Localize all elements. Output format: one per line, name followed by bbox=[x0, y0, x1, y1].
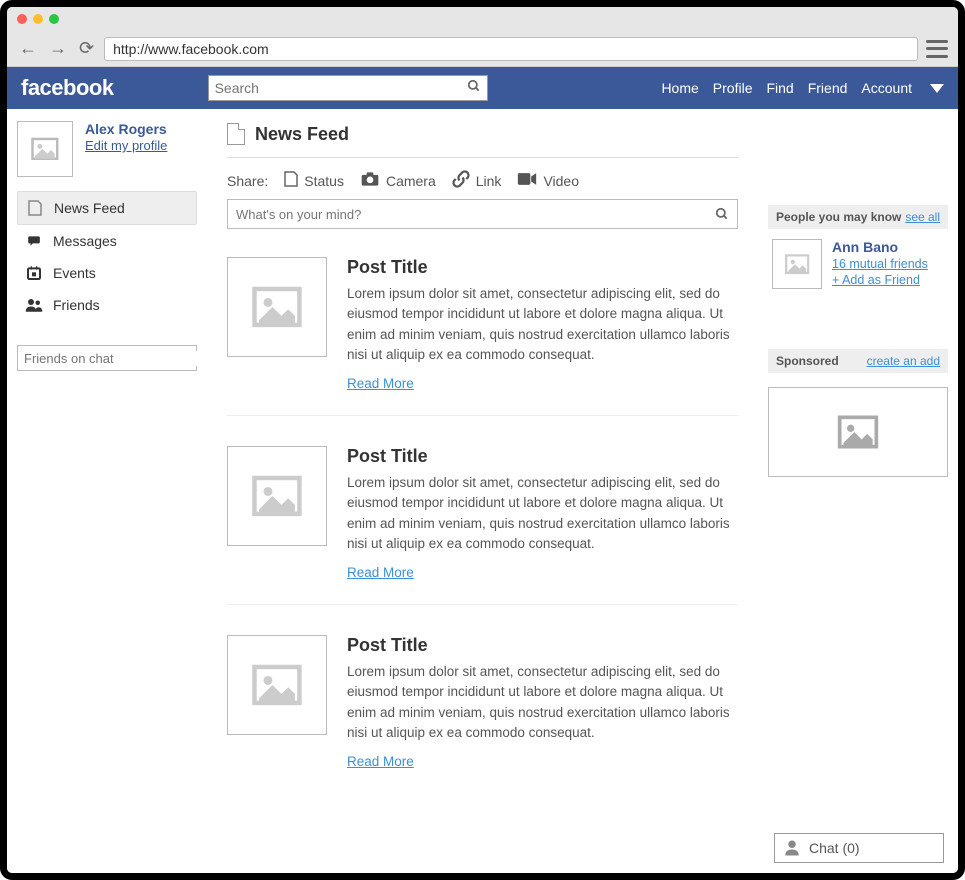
url-text: http://www.facebook.com bbox=[113, 41, 269, 57]
maximize-window-button[interactable] bbox=[49, 14, 59, 24]
suggestion-avatar[interactable] bbox=[772, 239, 822, 289]
pymk-title: People you may know bbox=[776, 210, 901, 224]
mutual-friends-link[interactable]: 16 mutual friends bbox=[832, 257, 928, 271]
sponsored-ad[interactable] bbox=[768, 387, 948, 477]
nav-find[interactable]: Find bbox=[766, 80, 793, 96]
browser-toolbar: ← → ⟳ http://www.facebook.com bbox=[7, 31, 958, 67]
sidebar-item-events[interactable]: Events bbox=[17, 257, 197, 289]
link-icon bbox=[452, 170, 470, 191]
top-nav: Home Profile Find Friend Account bbox=[661, 80, 944, 96]
person-icon bbox=[783, 839, 801, 857]
post-body: Lorem ipsum dolor sit amet, consectetur … bbox=[347, 284, 738, 365]
friend-suggestion: Ann Bano 16 mutual friends + Add as Frie… bbox=[768, 229, 948, 309]
sidebar-item-friends[interactable]: Friends bbox=[17, 289, 197, 321]
sidebar-nav: News Feed Messages Events Friends bbox=[17, 191, 197, 321]
share-status[interactable]: Status bbox=[284, 171, 344, 190]
sidebar-item-label: Friends bbox=[53, 297, 100, 313]
edit-profile-link[interactable]: Edit my profile bbox=[85, 138, 167, 153]
feed-post: Post Title Lorem ipsum dolor sit amet, c… bbox=[227, 635, 738, 793]
minimize-window-button[interactable] bbox=[33, 14, 43, 24]
sidebar-item-newsfeed[interactable]: News Feed bbox=[17, 191, 197, 225]
sidebar-item-label: Messages bbox=[53, 233, 117, 249]
profile-summary: Alex Rogers Edit my profile bbox=[17, 121, 197, 177]
camera-icon bbox=[360, 171, 380, 190]
right-column: People you may know see all Ann Bano 16 … bbox=[758, 109, 958, 873]
profile-name[interactable]: Alex Rogers bbox=[85, 121, 167, 137]
chat-dock[interactable]: Chat (0) bbox=[774, 833, 944, 863]
avatar[interactable] bbox=[17, 121, 73, 177]
menu-button[interactable] bbox=[926, 40, 948, 58]
share-label: Share: bbox=[227, 173, 268, 189]
share-video[interactable]: Video bbox=[517, 172, 579, 189]
document-icon bbox=[227, 123, 245, 145]
create-ad-link[interactable]: create an add bbox=[867, 354, 940, 368]
share-bar: Share: Status Camera Link Video bbox=[227, 158, 738, 199]
post-title: Post Title bbox=[347, 446, 738, 467]
sidebar-item-label: News Feed bbox=[54, 200, 125, 216]
feed-header: News Feed bbox=[227, 123, 738, 158]
back-button[interactable]: ← bbox=[17, 38, 39, 59]
main-feed: News Feed Share: Status Camera Link bbox=[207, 109, 758, 873]
feed-post: Post Title Lorem ipsum dolor sit amet, c… bbox=[227, 257, 738, 416]
share-camera[interactable]: Camera bbox=[360, 171, 436, 190]
nav-friend[interactable]: Friend bbox=[808, 80, 848, 96]
reload-button[interactable]: ⟳ bbox=[77, 38, 96, 59]
people-icon bbox=[25, 296, 43, 314]
app-topbar: facebook Home Profile Find Friend Accoun… bbox=[7, 67, 958, 109]
calendar-icon bbox=[25, 264, 43, 282]
image-icon bbox=[836, 410, 880, 454]
logo[interactable]: facebook bbox=[21, 75, 114, 101]
pymk-header: People you may know see all bbox=[768, 205, 948, 229]
composer-input[interactable] bbox=[236, 207, 715, 222]
sidebar-item-label: Events bbox=[53, 265, 96, 281]
see-all-link[interactable]: see all bbox=[905, 210, 940, 224]
search-icon bbox=[715, 207, 729, 221]
post-thumbnail[interactable] bbox=[227, 635, 327, 735]
sponsored-title: Sponsored bbox=[776, 354, 839, 368]
feed-title: News Feed bbox=[255, 124, 349, 145]
add-friend-link[interactable]: + Add as Friend bbox=[832, 273, 928, 287]
global-search[interactable] bbox=[208, 75, 488, 101]
nav-profile[interactable]: Profile bbox=[713, 80, 753, 96]
feed-post: Post Title Lorem ipsum dolor sit amet, c… bbox=[227, 446, 738, 605]
post-thumbnail[interactable] bbox=[227, 257, 327, 357]
account-dropdown-icon[interactable] bbox=[930, 84, 944, 93]
close-window-button[interactable] bbox=[17, 14, 27, 24]
chat-icon bbox=[25, 232, 43, 250]
chat-search-input[interactable] bbox=[24, 351, 200, 366]
post-title: Post Title bbox=[347, 635, 738, 656]
sponsored-header: Sponsored create an add bbox=[768, 349, 948, 373]
composer[interactable] bbox=[227, 199, 738, 229]
nav-home[interactable]: Home bbox=[661, 80, 698, 96]
left-sidebar: Alex Rogers Edit my profile News Feed Me… bbox=[7, 109, 207, 873]
read-more-link[interactable]: Read More bbox=[347, 754, 414, 769]
sidebar-item-messages[interactable]: Messages bbox=[17, 225, 197, 257]
forward-button[interactable]: → bbox=[47, 38, 69, 59]
document-icon bbox=[284, 171, 298, 190]
url-bar[interactable]: http://www.facebook.com bbox=[104, 37, 918, 61]
post-thumbnail[interactable] bbox=[227, 446, 327, 546]
post-title: Post Title bbox=[347, 257, 738, 278]
post-body: Lorem ipsum dolor sit amet, consectetur … bbox=[347, 473, 738, 554]
document-icon bbox=[26, 199, 44, 217]
read-more-link[interactable]: Read More bbox=[347, 376, 414, 391]
chat-search[interactable] bbox=[17, 345, 197, 371]
share-link[interactable]: Link bbox=[452, 170, 502, 191]
search-input[interactable] bbox=[215, 80, 467, 96]
nav-account[interactable]: Account bbox=[861, 80, 912, 96]
suggestion-name[interactable]: Ann Bano bbox=[832, 239, 928, 255]
search-icon[interactable] bbox=[467, 79, 481, 98]
chat-dock-label: Chat (0) bbox=[809, 840, 860, 856]
video-icon bbox=[517, 172, 537, 189]
window-titlebar bbox=[7, 7, 958, 31]
read-more-link[interactable]: Read More bbox=[347, 565, 414, 580]
post-body: Lorem ipsum dolor sit amet, consectetur … bbox=[347, 662, 738, 743]
